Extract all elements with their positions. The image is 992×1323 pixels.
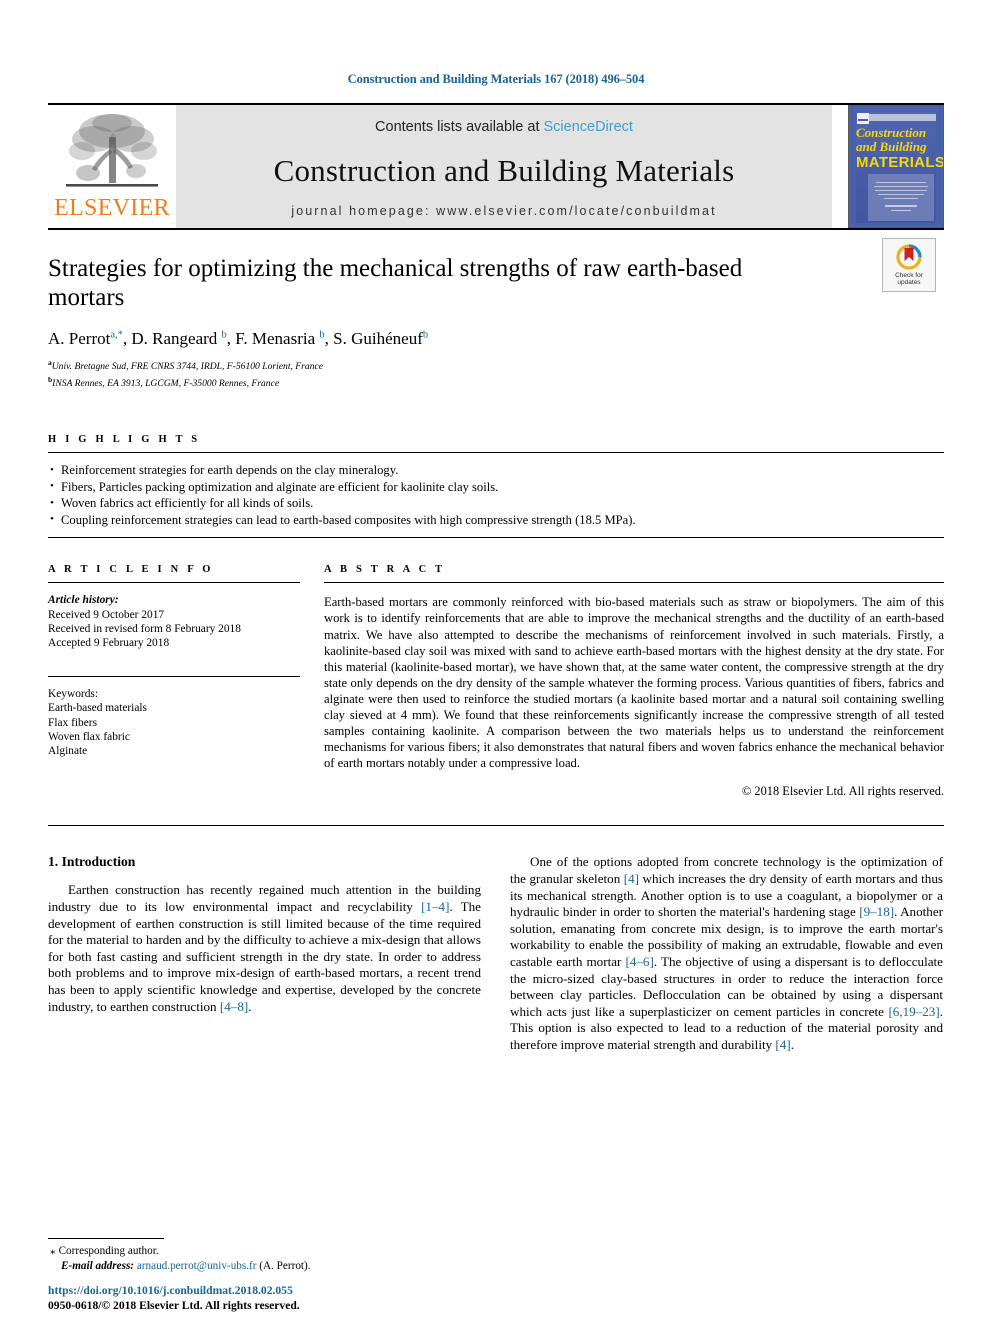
keyword-item: Flax fibers (48, 716, 98, 729)
citation-ref[interactable]: [4–6] (625, 954, 653, 969)
masthead-center: Contents lists available at ScienceDirec… (176, 105, 832, 228)
citation-ref[interactable]: [6,19–23] (888, 1004, 939, 1019)
highlights-heading: H I G H L I G H T S (48, 434, 201, 446)
citation-ref[interactable]: [4–8] (220, 999, 248, 1014)
intro-paragraph-left: Earthen construction has recently regain… (48, 882, 481, 1014)
paper-page: Construction and Building Materials 167 … (0, 0, 992, 1323)
journal-homepage-link[interactable]: journal homepage: www.elsevier.com/locat… (291, 204, 716, 218)
elsevier-logo: ELSEVIER (48, 105, 176, 228)
keyword-item: Alginate (48, 745, 88, 757)
running-head: Construction and Building Materials 167 … (347, 72, 645, 86)
cover-elsevier-mark (857, 113, 869, 124)
keyword-item: Woven flax fabric (48, 730, 130, 743)
history-item: Received 9 October 2017 (48, 608, 165, 621)
list-item: Woven fabrics act efficiently for all ki… (48, 495, 944, 512)
keywords-label: Keywords: (48, 688, 98, 701)
abstract-section: A B S T R A C T Earth-based mortars are … (324, 564, 944, 799)
affiliation-item: aUniv. Bretagne Sud, FRE CNRS 3744, IRDL… (48, 358, 324, 373)
body-columns: 1. Introduction Earthen construction has… (48, 854, 944, 1053)
author-name: A. Perrot (48, 329, 111, 348)
article-info-section: A R T I C L E I N F O Article history: R… (48, 564, 300, 799)
journal-cover-image: Construction and Building MATERIALS (848, 105, 944, 228)
history-item: Received in revised form 8 February 2018 (48, 622, 241, 635)
doi-block: https://doi.org/10.1016/j.conbuildmat.20… (48, 1284, 481, 1313)
keyword-item: Earth-based materials (48, 702, 147, 715)
journal-title: Construction and Building Materials (273, 152, 735, 188)
abstract-text: Earth-based mortars are commonly reinfor… (324, 595, 944, 771)
author-list: A. Perrota,*, D. Rangeard b, F. Menasria… (48, 329, 429, 348)
list-item: Coupling reinforcement strategies can le… (48, 511, 944, 529)
author-marks: a,* (110, 329, 123, 341)
crossmark-icon (896, 243, 922, 270)
contents-available-line: Contents lists available at ScienceDirec… (375, 119, 633, 135)
intro-paragraph-right: One of the options adopted from concrete… (510, 854, 943, 1052)
column-right: One of the options adopted from concrete… (510, 854, 943, 1053)
title-area: Strategies for optimizing the mechanical… (48, 230, 944, 390)
history-item: Accepted 9 February 2018 (48, 636, 170, 649)
author-name: D. Rangeard (131, 329, 218, 348)
citation-ref[interactable]: [1–4] (421, 899, 449, 914)
crossmark-badge[interactable]: Check for updates (882, 238, 936, 292)
crossmark-label: Check for updates (895, 271, 923, 287)
cover-subtitle-panel (868, 174, 934, 221)
citation-ref[interactable]: [4] (775, 1037, 790, 1052)
section-title-introduction: 1. Introduction (48, 854, 136, 870)
article-info-heading: A R T I C L E I N F O (48, 564, 214, 576)
citation-ref[interactable]: [9–18] (859, 904, 894, 919)
doi-link[interactable]: https://doi.org/10.1016/j.conbuildmat.20… (48, 1284, 481, 1299)
cover-materials-word: MATERIALS (856, 154, 944, 171)
citation-ref[interactable]: [4] (624, 871, 639, 886)
author-name: F. Menasria (235, 329, 316, 348)
footnote-block: ⁎ Corresponding author. E-mail address: a… (48, 1238, 481, 1273)
email-line: E-mail address: arnaud.perrot@univ-ubs.f… (48, 1259, 481, 1274)
elsevier-wordmark: ELSEVIER (54, 195, 170, 221)
contents-prefix: Contents lists available at (375, 119, 540, 135)
column-left: 1. Introduction Earthen construction has… (48, 854, 481, 1053)
body-separator-rule (48, 825, 944, 827)
list-item: Reinforcement strategies for earth depen… (48, 462, 944, 479)
journal-masthead: ELSEVIER Contents lists available at Sci… (48, 103, 944, 228)
elsevier-tree-icon (66, 114, 158, 187)
email-suffix: (A. Perrot). (259, 1259, 311, 1272)
article-history-label: Article history: (48, 594, 119, 607)
keywords-block: Keywords: Earth-based materials Flax fib… (48, 677, 300, 758)
sciencedirect-link[interactable]: ScienceDirect (544, 119, 633, 135)
abstract-heading: A B S T R A C T (324, 564, 446, 576)
page-title: Strategies for optimizing the mechanical… (48, 255, 743, 311)
highlights-section: H I G H L I G H T S Reinforcement strate… (48, 434, 944, 539)
corresponding-star: ⁎ (50, 1245, 56, 1257)
affiliation-list: aUniv. Bretagne Sud, FRE CNRS 3744, IRDL… (48, 357, 944, 390)
affiliation-item: bINSA Rennes, EA 3913, LGCGM, F-35000 Re… (48, 374, 280, 389)
copyright-line: © 2018 Elsevier Ltd. All rights reserved… (741, 784, 944, 799)
author-marks: b (422, 329, 429, 341)
cover-title: Construction and Building (856, 125, 927, 154)
email-label: E-mail address: (61, 1259, 135, 1272)
corresponding-author-line: ⁎ Corresponding author. (50, 1245, 159, 1257)
issn-copyright-line: 0950-0618/© 2018 Elsevier Ltd. All right… (48, 1298, 300, 1312)
author-name: S. Guihéneuf (333, 329, 423, 348)
author-marks: b (221, 329, 227, 341)
email-link[interactable]: arnaud.perrot@univ-ubs.fr (137, 1260, 257, 1272)
list-item: Fibers, Particles packing optimization a… (48, 478, 944, 496)
footnote-rule (48, 1238, 164, 1239)
info-abstract-row: A R T I C L E I N F O Article history: R… (48, 564, 944, 799)
author-marks: b (319, 329, 325, 341)
highlights-list: Reinforcement strategies for earth depen… (48, 453, 944, 537)
article-history-block: Article history: Received 9 October 2017… (48, 583, 300, 650)
journal-cover-block: Construction and Building MATERIALS (844, 105, 944, 228)
